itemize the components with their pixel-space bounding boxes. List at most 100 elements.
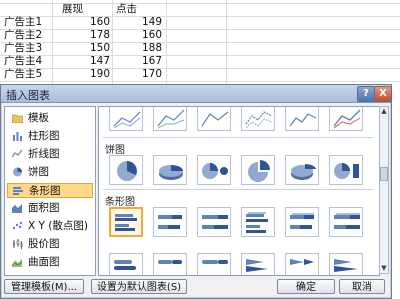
- cylinder-bar-thumbnail-icon: [158, 260, 182, 264]
- chart-type-templates[interactable]: 模板: [7, 111, 93, 126]
- insert-chart-dialog: 插入图表 ? X 模板 柱形图 折线图 饼图 条形图 面积图 X Y (散点图)…: [0, 84, 392, 299]
- line-thumbnail-icon: [289, 113, 317, 127]
- cell-name[interactable]: 广告主3: [4, 42, 42, 55]
- scroll-up-icon[interactable]: ▲: [380, 107, 388, 116]
- cell-impressions[interactable]: 190: [54, 68, 110, 81]
- pie-thumbnail-icon: [117, 161, 137, 181]
- percent-bar-thumbnail-icon: [202, 215, 228, 229]
- table-row: 广告主1 160 149: [0, 16, 230, 29]
- chart-type-stock[interactable]: 股价图: [7, 237, 93, 252]
- cone-bar-thumbnail-icon: [290, 259, 314, 265]
- chart-thumbnail-bar[interactable]: [241, 253, 275, 275]
- percent-bar-3d-thumbnail-icon: [334, 213, 360, 229]
- table-row: 广告主3 150 188: [0, 42, 230, 55]
- chart-thumbnail-pie[interactable]: [285, 155, 319, 185]
- chart-type-pie[interactable]: 饼图: [7, 165, 93, 180]
- chart-thumbnail-line[interactable]: [329, 107, 363, 131]
- chart-type-list: 模板 柱形图 折线图 饼图 条形图 面积图 X Y (散点图) 股价图 曲面图: [4, 106, 96, 276]
- column-header-clicks[interactable]: 点击: [116, 3, 137, 16]
- dialog-titlebar[interactable]: 插入图表 ? X: [1, 85, 392, 103]
- chart-type-label: 折线图: [28, 148, 60, 160]
- line-thumbnail-icon: [113, 111, 141, 129]
- cone-bar-thumbnail-icon: [246, 259, 268, 272]
- cell-clicks[interactable]: 188: [118, 42, 162, 55]
- chart-thumbnail-bar[interactable]: [197, 253, 231, 275]
- stacked-bar-3d-thumbnail-icon: [290, 213, 314, 229]
- chart-thumbnail-line[interactable]: [109, 107, 143, 131]
- chart-type-surface[interactable]: 曲面图: [7, 255, 93, 270]
- header-row: 展现 点击: [0, 3, 230, 16]
- cylinder-bar-thumbnail-icon: [202, 260, 228, 264]
- chart-type-scatter[interactable]: X Y (散点图): [7, 219, 93, 234]
- chart-thumbnail-pie[interactable]: [241, 155, 275, 185]
- section-label-pie: 饼图: [105, 145, 125, 156]
- exploded-pie-thumbnail-icon: [248, 160, 270, 182]
- chart-thumbnail-bar[interactable]: [329, 253, 363, 275]
- table-row: 广告主5 190 170: [0, 68, 230, 81]
- section-divider: [103, 189, 373, 190]
- clustered-bar-3d-thumbnail-icon: [246, 212, 268, 233]
- line-thumbnail-icon: [245, 111, 273, 129]
- chart-type-column[interactable]: 柱形图: [7, 129, 93, 144]
- ok-button[interactable]: 确定: [277, 279, 335, 294]
- chart-subtype-gallery: 饼图 条形图: [98, 106, 380, 276]
- area-chart-icon: [12, 204, 22, 213]
- chart-thumbnail-line[interactable]: [153, 107, 187, 131]
- chart-type-label: 模板: [28, 112, 49, 124]
- scroll-thumb[interactable]: [380, 167, 388, 181]
- chart-type-label: 曲面图: [28, 256, 60, 268]
- exploded-pie-3d-thumbnail-icon: [291, 163, 316, 180]
- chart-thumbnail-bar[interactable]: [241, 207, 275, 237]
- chart-thumbnail-pie[interactable]: [153, 155, 187, 185]
- chart-thumbnail-bar[interactable]: [285, 207, 319, 237]
- chart-thumbnail-pie[interactable]: [109, 155, 143, 185]
- chart-thumbnail-bar[interactable]: [197, 207, 231, 237]
- clustered-bar-thumbnail-icon: [115, 214, 137, 231]
- chart-thumbnail-bar-selected[interactable]: [109, 207, 143, 237]
- chart-thumbnail-pie[interactable]: [197, 155, 231, 185]
- column-header-impressions[interactable]: 展现: [62, 3, 83, 16]
- cell-name[interactable]: 广告主4: [4, 55, 42, 68]
- help-button[interactable]: ?: [357, 86, 375, 102]
- chart-type-area[interactable]: 面积图: [7, 201, 93, 216]
- chart-thumbnail-bar[interactable]: [153, 253, 187, 275]
- table-row: 广告主2 178 160: [0, 29, 230, 42]
- bar-of-pie-thumbnail-icon: [334, 163, 359, 179]
- scatter-chart-icon: [12, 221, 23, 230]
- chart-thumbnail-bar[interactable]: [153, 207, 187, 237]
- chart-thumbnail-line[interactable]: [241, 107, 275, 131]
- cell-impressions[interactable]: 147: [54, 55, 110, 68]
- chart-thumbnail-bar[interactable]: [109, 253, 143, 275]
- close-button[interactable]: X: [374, 86, 392, 102]
- chart-thumbnail-line[interactable]: [285, 107, 319, 131]
- cell-impressions[interactable]: 150: [54, 42, 110, 55]
- chart-type-label: 饼图: [28, 166, 49, 178]
- chart-type-bar[interactable]: 条形图: [7, 183, 93, 198]
- line-chart-icon: [12, 149, 23, 158]
- cell-clicks[interactable]: 170: [118, 68, 162, 81]
- spreadsheet: 展现 点击 广告主1 160 149 广告主2 178 160 广告主3 150…: [0, 0, 400, 90]
- chart-thumbnail-bar[interactable]: [329, 207, 363, 237]
- manage-templates-button[interactable]: 管理模板(M)...: [4, 279, 84, 294]
- bar-chart-icon: [13, 187, 23, 195]
- set-default-chart-button[interactable]: 设置为默认图表(S): [91, 279, 187, 294]
- chart-type-line[interactable]: 折线图: [7, 147, 93, 162]
- cell-clicks[interactable]: 149: [118, 16, 162, 29]
- chart-thumbnail-bar[interactable]: [285, 253, 319, 275]
- chart-type-label: 面积图: [28, 202, 60, 214]
- cell-impressions[interactable]: 160: [54, 16, 110, 29]
- cell-name[interactable]: 广告主5: [4, 68, 42, 81]
- cell-clicks[interactable]: 167: [118, 55, 162, 68]
- chart-thumbnail-line[interactable]: [197, 107, 231, 131]
- cell-name[interactable]: 广告主2: [4, 29, 42, 42]
- grid-line: [0, 81, 400, 82]
- cell-name[interactable]: 广告主1: [4, 16, 42, 29]
- dialog-title: 插入图表: [6, 89, 50, 102]
- scroll-down-icon[interactable]: ▼: [380, 264, 388, 273]
- cancel-button[interactable]: 取消: [339, 279, 385, 294]
- pie-of-pie-thumbnail-icon: [202, 163, 228, 179]
- cell-impressions[interactable]: 178: [54, 29, 110, 42]
- gallery-scrollbar[interactable]: ▲ ▼: [379, 106, 389, 274]
- chart-thumbnail-pie[interactable]: [329, 155, 363, 185]
- cell-clicks[interactable]: 160: [118, 29, 162, 42]
